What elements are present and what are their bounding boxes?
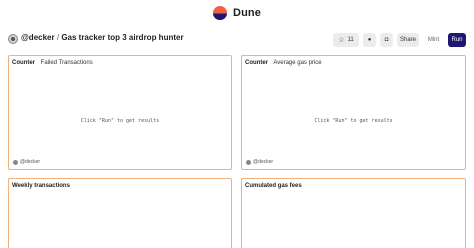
panel-kind: Counter [12, 60, 35, 66]
camera-icon: ◘ [384, 37, 389, 43]
panel-cumulated-gas-fees: Cumulated gas fees [241, 178, 466, 248]
panel-header: Counter Average gas price [245, 60, 322, 66]
dashboard-name: Gas tracker top 3 airdrop hunter [61, 33, 184, 42]
avatar[interactable] [8, 34, 18, 44]
run-button[interactable]: Run [448, 33, 466, 47]
share-button[interactable]: Share [397, 33, 419, 47]
github-icon: ● [367, 37, 372, 43]
dune-logo-icon [213, 6, 228, 20]
panel-kind: Counter [245, 60, 268, 66]
panel-header: Weekly transactions [12, 183, 70, 189]
panel-title[interactable]: Failed Transactions [41, 60, 93, 66]
panel-title[interactable]: Weekly transactions [12, 183, 70, 189]
brand[interactable]: Dune [213, 6, 261, 20]
brand-name: Dune [233, 7, 261, 19]
panel-failed-transactions: Counter Failed Transactions Click "Run" … [8, 55, 232, 170]
dashboard-title: @decker / Gas tracker top 3 airdrop hunt… [21, 33, 184, 42]
owner-link[interactable]: @decker [21, 33, 55, 42]
panel-owner[interactable]: @decker [246, 159, 273, 165]
mint-button[interactable]: Mint [423, 33, 444, 47]
toolbar: ☆ 11 ● ◘ Share Mint Run [333, 33, 466, 47]
owner-name: @decker [20, 159, 41, 165]
panel-average-gas-price: Counter Average gas price Click "Run" to… [241, 55, 466, 170]
dashboard-header: @decker / Gas tracker top 3 airdrop hunt… [0, 28, 474, 50]
run-placeholder: Click "Run" to get results [80, 118, 160, 124]
star-count: 11 [347, 37, 354, 43]
owner-avatar [246, 159, 251, 165]
panel-owner[interactable]: @decker [13, 159, 40, 165]
panel-header: Counter Failed Transactions [12, 60, 93, 66]
top-bar: Dune [0, 0, 474, 26]
panel-title[interactable]: Cumulated gas fees [245, 183, 302, 189]
panel-title[interactable]: Average gas price [273, 60, 321, 66]
panel-weekly-transactions: Weekly transactions [8, 178, 232, 248]
screenshot-button[interactable]: ◘ [380, 33, 393, 47]
panel-header: Cumulated gas fees [245, 183, 302, 189]
star-icon: ☆ [338, 36, 345, 44]
owner-avatar [13, 159, 18, 165]
star-button[interactable]: ☆ 11 [333, 33, 359, 47]
github-button[interactable]: ● [363, 33, 376, 47]
owner-name: @decker [253, 159, 274, 165]
run-placeholder: Click "Run" to get results [314, 118, 393, 124]
title-separator: / [56, 33, 60, 42]
